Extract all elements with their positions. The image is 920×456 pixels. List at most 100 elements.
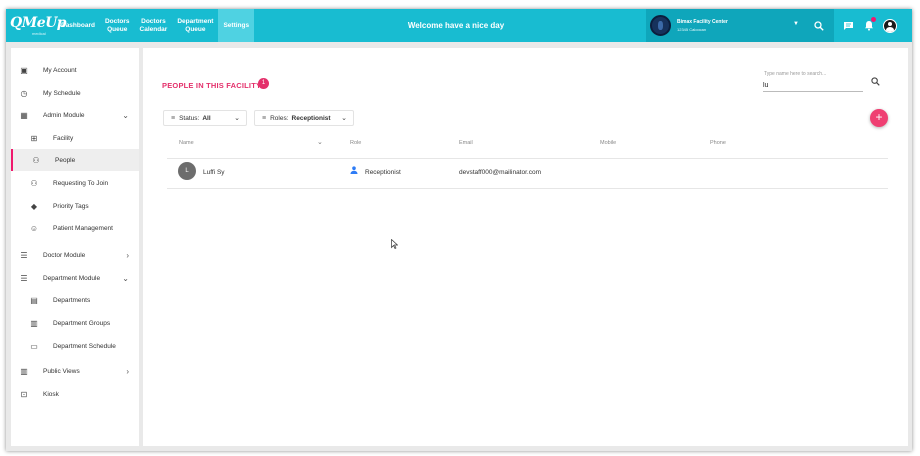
person-role: Receptionist (365, 169, 401, 176)
people-count-badge: 1 (258, 78, 269, 89)
add-person-button[interactable]: + (870, 109, 888, 127)
chevron-down-icon: ⌄ (122, 273, 129, 283)
person-name: Luffi Sy (203, 169, 225, 176)
sidebar-item-label: Patient Management (53, 224, 113, 232)
main-nav: Dashboard Doctors Queue Doctors Calendar… (56, 9, 255, 42)
topbar-search-button[interactable] (804, 9, 834, 42)
sidebar-item-department-groups[interactable]: ▥ Department Groups (11, 312, 139, 334)
nav-doctors-queue[interactable]: Doctors Queue (100, 9, 135, 42)
app-window: QMeUp medical Dashboard Doctors Queue Do… (6, 9, 912, 451)
notification-dot (871, 17, 876, 22)
roles-filter-value: Receptionist (291, 114, 331, 122)
column-header-name[interactable]: Name (179, 140, 194, 146)
sidebar-item-requesting-to-join[interactable]: ⚇ Requesting To Join (11, 172, 139, 194)
list-icon: ☰ (20, 273, 28, 283)
chevron-down-icon: ▼ (793, 21, 799, 27)
chevron-right-icon: › (126, 366, 129, 376)
nav-department-queue[interactable]: Department Queue (172, 9, 218, 42)
apps-grid-icon: ▦ (20, 110, 28, 120)
facility-logo-icon (650, 15, 671, 36)
sidebar-item-label: Requesting To Join (53, 179, 109, 187)
sidebar-item-label: Facility (53, 134, 74, 142)
sidebar-item-department-module[interactable]: ☰ Department Module ⌄ (11, 267, 139, 289)
sort-chevron-icon[interactable]: ⌄ (317, 138, 323, 146)
sidebar-item-doctor-module[interactable]: ☰ Doctor Module › (11, 244, 139, 266)
sidebar-item-label: My Schedule (43, 89, 81, 97)
nav-dashboard[interactable]: Dashboard (56, 9, 100, 42)
kiosk-screen-icon: ⊡ (20, 389, 28, 399)
clock-icon: ◷ (20, 88, 28, 98)
people-icon: ⚇ (32, 155, 40, 165)
facility-selector[interactable]: Bimax Facility Center 12345 Caloocan ▼ (646, 9, 804, 42)
sidebar-item-label: Departments (53, 296, 91, 304)
nav-settings[interactable]: Settings (218, 9, 255, 42)
filter-icon: ≡ (171, 114, 176, 122)
header-divider (167, 158, 888, 159)
sidebar-item-departments[interactable]: ▤ Departments (11, 289, 139, 311)
chevron-down-icon: ⌄ (234, 115, 240, 122)
facility-name: Bimax Facility Center (677, 19, 728, 25)
sidebar-item-admin-module[interactable]: ▦ Admin Module ⌄ (11, 104, 139, 126)
search-hint: Type name here to search... (764, 71, 827, 77)
business-icon: ▤ (30, 295, 38, 305)
view-column-icon: ▥ (20, 366, 28, 376)
face-icon: ☺ (29, 223, 39, 233)
domain-icon: ▥ (30, 318, 38, 328)
sidebar-item-label: Department Module (43, 274, 101, 282)
user-avatar-icon (883, 18, 897, 33)
sidebar-item-kiosk[interactable]: ⊡ Kiosk (11, 383, 139, 405)
filter-icon: ≡ (262, 114, 267, 122)
chevron-down-icon: ⌄ (341, 115, 347, 122)
nav-doctors-calendar[interactable]: Doctors Calendar (135, 9, 173, 42)
chevron-down-icon: ⌄ (122, 110, 129, 120)
search-icon[interactable] (871, 77, 880, 88)
search-icon (814, 20, 824, 31)
column-header-role[interactable]: Role (350, 140, 361, 146)
column-header-mobile[interactable]: Mobile (600, 140, 616, 146)
status-filter[interactable]: ≡ Status: All ⌄ (163, 110, 247, 126)
status-filter-value: All (202, 114, 211, 122)
roles-filter[interactable]: ≡ Roles: Receptionist ⌄ (254, 110, 354, 126)
sidebar-item-label: People (55, 156, 76, 164)
top-bar: QMeUp medical Dashboard Doctors Queue Do… (6, 9, 912, 42)
account-box-icon: ▣ (20, 65, 28, 75)
page-title: PEOPLE IN THIS FACILITY (162, 81, 262, 90)
sidebar-item-priority-tags[interactable]: ◆ Priority Tags (11, 195, 139, 217)
person-email: devstaff000@mailinator.com (459, 169, 541, 176)
sidebar-item-patient-management[interactable]: ☺ Patient Management (11, 217, 139, 239)
sidebar-item-label: Doctor Module (43, 251, 86, 259)
welcome-message: Welcome have a nice day (407, 21, 505, 30)
list-icon: ☰ (20, 250, 28, 260)
column-header-email[interactable]: Email (459, 140, 473, 146)
calendar-icon: ▭ (30, 341, 38, 351)
sidebar: ▣ My Account ◷ My Schedule ▦ Admin Module ⌄ ⊞ Fa… (11, 48, 139, 446)
sidebar-item-department-schedule[interactable]: ▭ Department Schedule (11, 335, 139, 357)
user-menu-button[interactable] (882, 9, 898, 42)
mouse-cursor-icon (391, 238, 399, 252)
sidebar-item-public-views[interactable]: ▥ Public Views › (11, 360, 139, 382)
sidebar-item-my-schedule[interactable]: ◷ My Schedule (11, 82, 139, 104)
person-avatar: L (178, 162, 196, 180)
sidebar-item-label: My Account (43, 66, 77, 74)
sidebar-item-label: Department Schedule (53, 342, 116, 350)
messages-button[interactable] (840, 9, 856, 42)
sidebar-item-my-account[interactable]: ▣ My Account (11, 59, 139, 81)
row-divider (167, 188, 888, 189)
chevron-right-icon: › (126, 250, 129, 260)
sidebar-item-label: Admin Module (43, 111, 85, 119)
people-panel: PEOPLE IN THIS FACILITY 1 Type name here… (143, 48, 908, 446)
facility-address: 12345 Caloocan (677, 27, 707, 32)
notifications-button[interactable] (862, 9, 876, 42)
sidebar-item-label: Kiosk (43, 390, 59, 398)
group-add-icon: ⚇ (30, 178, 38, 188)
status-filter-label: Status: (179, 114, 200, 122)
search-input[interactable] (763, 80, 863, 92)
chat-icon (843, 21, 853, 30)
sidebar-item-label: Department Groups (53, 319, 111, 327)
column-header-phone[interactable]: Phone (710, 140, 726, 146)
app-logo-subtitle: medical (32, 31, 46, 36)
sidebar-item-label: Priority Tags (53, 202, 89, 210)
sidebar-item-facility[interactable]: ⊞ Facility (11, 127, 139, 149)
sidebar-item-people[interactable]: ⚇ People (11, 149, 139, 171)
roles-filter-label: Roles: (270, 114, 289, 122)
